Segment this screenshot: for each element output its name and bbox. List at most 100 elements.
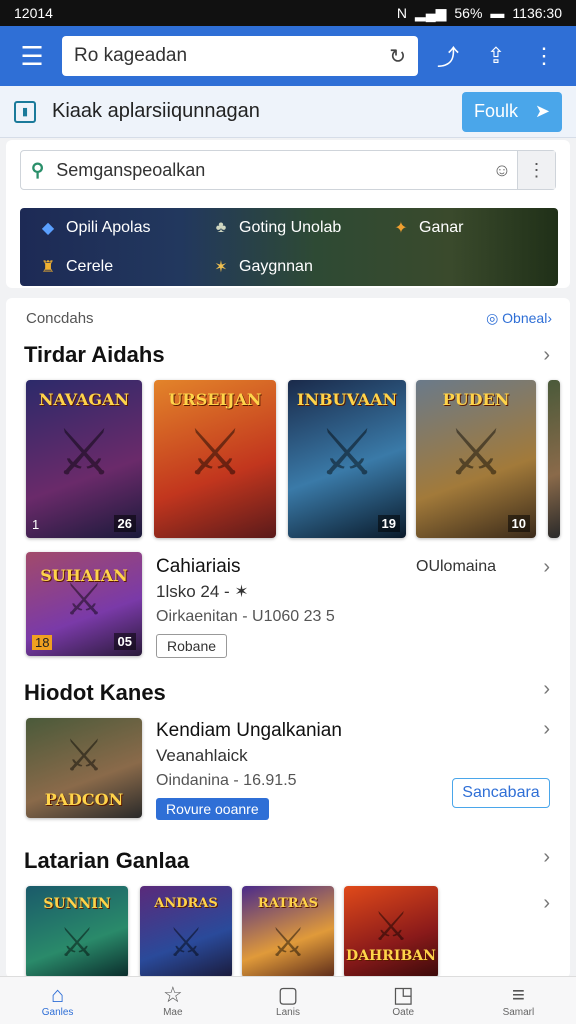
- nav-label: Lanis: [276, 1007, 300, 1018]
- reload-icon[interactable]: ↻: [389, 44, 406, 69]
- section-top-label: Concdahs: [26, 310, 94, 327]
- follow-button[interactable]: Foulk ➤: [462, 91, 562, 132]
- game-tile[interactable]: ⚔ PADCON: [26, 718, 142, 818]
- section-top-link[interactable]: ◎ Obneal›: [486, 310, 552, 327]
- section-title: Latarian Ganlaa: [24, 848, 190, 873]
- app-meta: Oindanina - 16.91.5: [156, 772, 297, 789]
- status-time-right: 1136:30: [512, 5, 562, 21]
- warrior-art: ⚔: [447, 416, 505, 489]
- game-tile[interactable]: PUDEN ⚔ 10: [416, 380, 536, 538]
- tile-title: URSEIJAN: [168, 390, 262, 409]
- category-label: Cerele: [66, 257, 114, 275]
- status-badge[interactable]: Rovure ooanre: [156, 798, 269, 820]
- translate-icon[interactable]: ⤴: [432, 40, 464, 72]
- chevron-right-icon[interactable]: ›: [543, 718, 550, 741]
- notice-banner: ▮ Kiaak aplarsiiqunnagan Foulk ➤: [0, 86, 576, 138]
- feature-tile[interactable]: SUHAIAN ⚔ 18 05: [26, 552, 142, 656]
- app-sub: Veanahlaick: [156, 746, 248, 765]
- chevron-right-icon[interactable]: ›: [543, 892, 550, 915]
- app-line: 1lsko 24 - ✶: [156, 582, 249, 601]
- tile-rating: 19: [377, 515, 400, 532]
- warrior-art: ⚔: [186, 416, 244, 489]
- tile-rating: 10: [507, 515, 530, 532]
- notification-icon: ◳: [392, 982, 414, 1007]
- square-icon: ▢: [277, 982, 299, 1007]
- chevron-right-icon[interactable]: ›: [543, 846, 550, 869]
- category-grid: ◆ Opili Apolas ♣ Goting Unolab ✦ Ganar ♜ Cer…: [20, 208, 558, 286]
- nav-label: Mae: [163, 1007, 183, 1018]
- category-label: Gaygnnan: [239, 257, 313, 275]
- more-vert-icon[interactable]: ⋮: [528, 40, 560, 72]
- link-label: Obneal: [502, 310, 548, 326]
- signal-icon: ▂▄▆: [414, 4, 447, 21]
- tile-left-num: 1: [32, 517, 40, 532]
- install-button[interactable]: Sancabara: [452, 778, 550, 808]
- category-label: Ganar: [419, 218, 464, 236]
- status-right: N ▂▄▆ 56% ▬ 1136:30: [397, 5, 562, 22]
- game-tile[interactable]: ANDRAS ⚔: [140, 886, 232, 978]
- search-input[interactable]: ⚲ Semganspeoalkan ☺ ⋮: [20, 150, 556, 190]
- robane-tag[interactable]: Robane: [156, 634, 228, 658]
- star-icon: ☆: [162, 982, 183, 1007]
- tile-title: ANDRAS: [154, 896, 218, 911]
- nav-item-games[interactable]: ⌂ Ganles: [0, 977, 115, 1024]
- app-bar: ☰ Ro kageadan ↻ ⤴ ⇪ ⋮: [0, 26, 576, 86]
- url-text: Ro kageadan: [74, 45, 188, 66]
- category-gaygnnan[interactable]: ✶ Gaygnnan: [193, 247, 373, 286]
- tile-title: RATRAS: [257, 896, 319, 911]
- tile-rating: 26: [113, 515, 136, 532]
- nav-item-oate[interactable]: ◳ Oate: [346, 977, 461, 1024]
- battery-level: 56%: [454, 5, 483, 21]
- tile-title: NAVAGAN: [38, 390, 130, 409]
- search-more-icon[interactable]: ⋮: [517, 151, 555, 189]
- warrior-art: ⚔: [373, 905, 409, 950]
- category-gaming[interactable]: ♣ Goting Unolab: [193, 208, 373, 247]
- status-bar: 12014 N ▂▄▆ 56% ▬ 1136:30: [0, 0, 576, 26]
- category-label: Opili Apolas: [66, 218, 151, 236]
- category-games[interactable]: ✦ Ganar: [373, 208, 558, 247]
- nav-item-samarl[interactable]: ≡ Samarl: [461, 977, 576, 1024]
- send-icon: ➤: [534, 101, 550, 121]
- info-icon: ▮: [14, 100, 36, 123]
- feature-info: Cahiariais 1lsko 24 - ✶ Oirkaenitan - U1…: [156, 556, 335, 658]
- share-icon[interactable]: ⇪: [480, 40, 512, 72]
- item-info: Kendiam Ungalkanian Veanahlaick Oindanin…: [156, 720, 342, 820]
- appbar-actions: ⤴ ⇪ ⋮: [432, 40, 560, 72]
- gaming-icon: ♣: [215, 218, 227, 236]
- app-name: Cahiariais: [156, 556, 241, 577]
- game-tile[interactable]: SUNNIN ⚔: [26, 886, 128, 978]
- content-card: Concdahs ◎ Obneal› Tirdar Aidahs › NAVAG…: [6, 298, 570, 978]
- tile-title: SUNNIN: [43, 896, 111, 912]
- nav-item-lanis[interactable]: ▢ Lanis: [230, 977, 345, 1024]
- menu-icon[interactable]: ☰: [10, 34, 54, 78]
- chevron-right-icon[interactable]: ›: [543, 556, 550, 579]
- warrior-art: ⚔: [318, 416, 376, 489]
- game-tile[interactable]: INBUVAAN ⚔ 19: [288, 380, 406, 538]
- chevron-right-icon[interactable]: ›: [543, 678, 550, 701]
- home-icon: ⌂: [50, 982, 65, 1007]
- game-tile[interactable]: NAVAGAN ⚔ 1 26: [26, 380, 142, 538]
- app-icon: ◆: [41, 219, 55, 237]
- app-name: Kendiam Ungalkanian: [156, 720, 342, 741]
- nav-label: Oate: [392, 1007, 415, 1018]
- game-tile[interactable]: RATRAS ⚔: [242, 886, 334, 978]
- warrior-art: ⚔: [64, 575, 104, 625]
- game-tile[interactable]: ⚔ DAHRIBAN: [344, 886, 438, 978]
- app-meta: Oirkaenitan - U1060 23 5: [156, 608, 335, 625]
- star-icon: ✶: [214, 258, 228, 276]
- nav-label: Samarl: [502, 1007, 535, 1018]
- account-icon[interactable]: ☺: [487, 160, 517, 181]
- game-tile-partial[interactable]: [548, 380, 560, 538]
- category-cerele[interactable]: ♜ Cerele: [20, 247, 193, 286]
- nav-item-mae[interactable]: ☆ Mae: [115, 977, 230, 1024]
- category-apps[interactable]: ◆ Opili Apolas: [20, 208, 193, 247]
- game-tile[interactable]: URSEIJAN ⚔: [154, 380, 276, 538]
- status-time-left: 12014: [14, 5, 53, 21]
- warrior-art: ⚔: [55, 416, 113, 489]
- search-placeholder: Semganspeoalkan: [56, 159, 206, 180]
- tile-title: INBUVAAN: [296, 390, 398, 409]
- section-title: Hiodot Kanes: [24, 680, 166, 705]
- url-bar[interactable]: Ro kageadan ↻: [62, 36, 418, 76]
- chevron-right-icon[interactable]: ›: [543, 344, 550, 367]
- cup-icon: ♜: [40, 258, 56, 276]
